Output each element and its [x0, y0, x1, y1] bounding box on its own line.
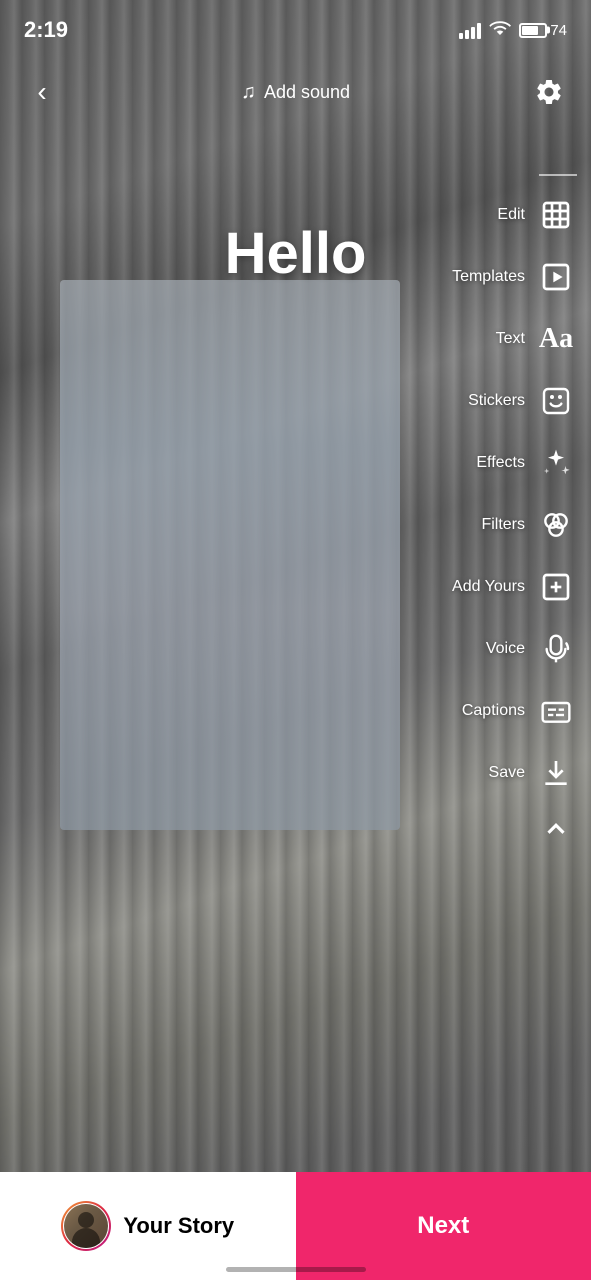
status-bar: 2:19 74	[0, 0, 591, 60]
battery-icon: 74	[519, 22, 567, 39]
effects-icon	[535, 442, 577, 484]
toolbar-effects-item[interactable]: Effects	[470, 432, 583, 494]
toolbar-save-item[interactable]: Save	[483, 742, 583, 804]
effects-label: Effects	[476, 454, 525, 472]
toolbar-voice-item[interactable]: Voice	[480, 618, 583, 680]
voice-label: Voice	[486, 640, 525, 658]
addyours-icon	[535, 566, 577, 608]
your-story-button[interactable]: Your Story	[0, 1172, 296, 1280]
captions-label: Captions	[462, 702, 525, 720]
top-bar: ‹ ♫ Add sound	[0, 60, 591, 124]
separator	[539, 174, 577, 176]
gear-icon	[534, 77, 564, 107]
wifi-icon	[489, 19, 511, 41]
filters-label: Filters	[481, 516, 525, 534]
back-button[interactable]: ‹	[20, 70, 64, 114]
next-label: Next	[417, 1212, 469, 1240]
avatar-ring	[61, 1201, 111, 1251]
your-story-label: Your Story	[123, 1213, 234, 1239]
toolbar-addyours-item[interactable]: Add Yours	[446, 556, 583, 618]
add-sound-label: Add sound	[264, 82, 350, 103]
home-indicator	[226, 1267, 366, 1272]
battery-percent: 74	[550, 22, 567, 39]
settings-button[interactable]	[527, 70, 571, 114]
signal-icon	[459, 21, 481, 39]
status-time: 2:19	[24, 17, 68, 43]
edit-icon	[535, 194, 577, 236]
add-sound-button[interactable]: ♫ Add sound	[241, 81, 350, 104]
chevron-up-button[interactable]	[535, 808, 577, 850]
save-label: Save	[489, 764, 525, 782]
filters-icon	[535, 504, 577, 546]
avatar-person	[64, 1204, 108, 1248]
avatar	[64, 1204, 108, 1248]
toolbar-edit-item[interactable]: Edit	[491, 184, 583, 246]
templates-icon	[535, 256, 577, 298]
next-button[interactable]: Next	[296, 1172, 591, 1280]
voice-icon	[535, 628, 577, 670]
text-label: Text	[496, 330, 525, 348]
addyours-label: Add Yours	[452, 578, 525, 596]
toolbar-stickers-item[interactable]: Stickers	[462, 370, 583, 432]
toolbar-templates-item[interactable]: Templates	[446, 246, 583, 308]
save-icon	[535, 752, 577, 794]
templates-label: Templates	[452, 268, 525, 286]
captions-icon	[535, 690, 577, 732]
bottom-bar: Your Story Next	[0, 1172, 591, 1280]
toolbar-filters-item[interactable]: Filters	[475, 494, 583, 556]
toolbar-captions-item[interactable]: Captions	[456, 680, 583, 742]
edit-label: Edit	[497, 206, 525, 224]
toolbar-text-item[interactable]: Text Aa	[490, 308, 583, 370]
text-icon: Aa	[535, 318, 577, 360]
stickers-label: Stickers	[468, 392, 525, 410]
back-arrow-icon: ‹	[37, 76, 46, 108]
music-icon: ♫	[241, 81, 256, 104]
right-toolbar: Edit Templates Text Aa Stickers	[446, 170, 583, 850]
status-icons: 74	[459, 19, 567, 41]
stickers-icon	[535, 380, 577, 422]
